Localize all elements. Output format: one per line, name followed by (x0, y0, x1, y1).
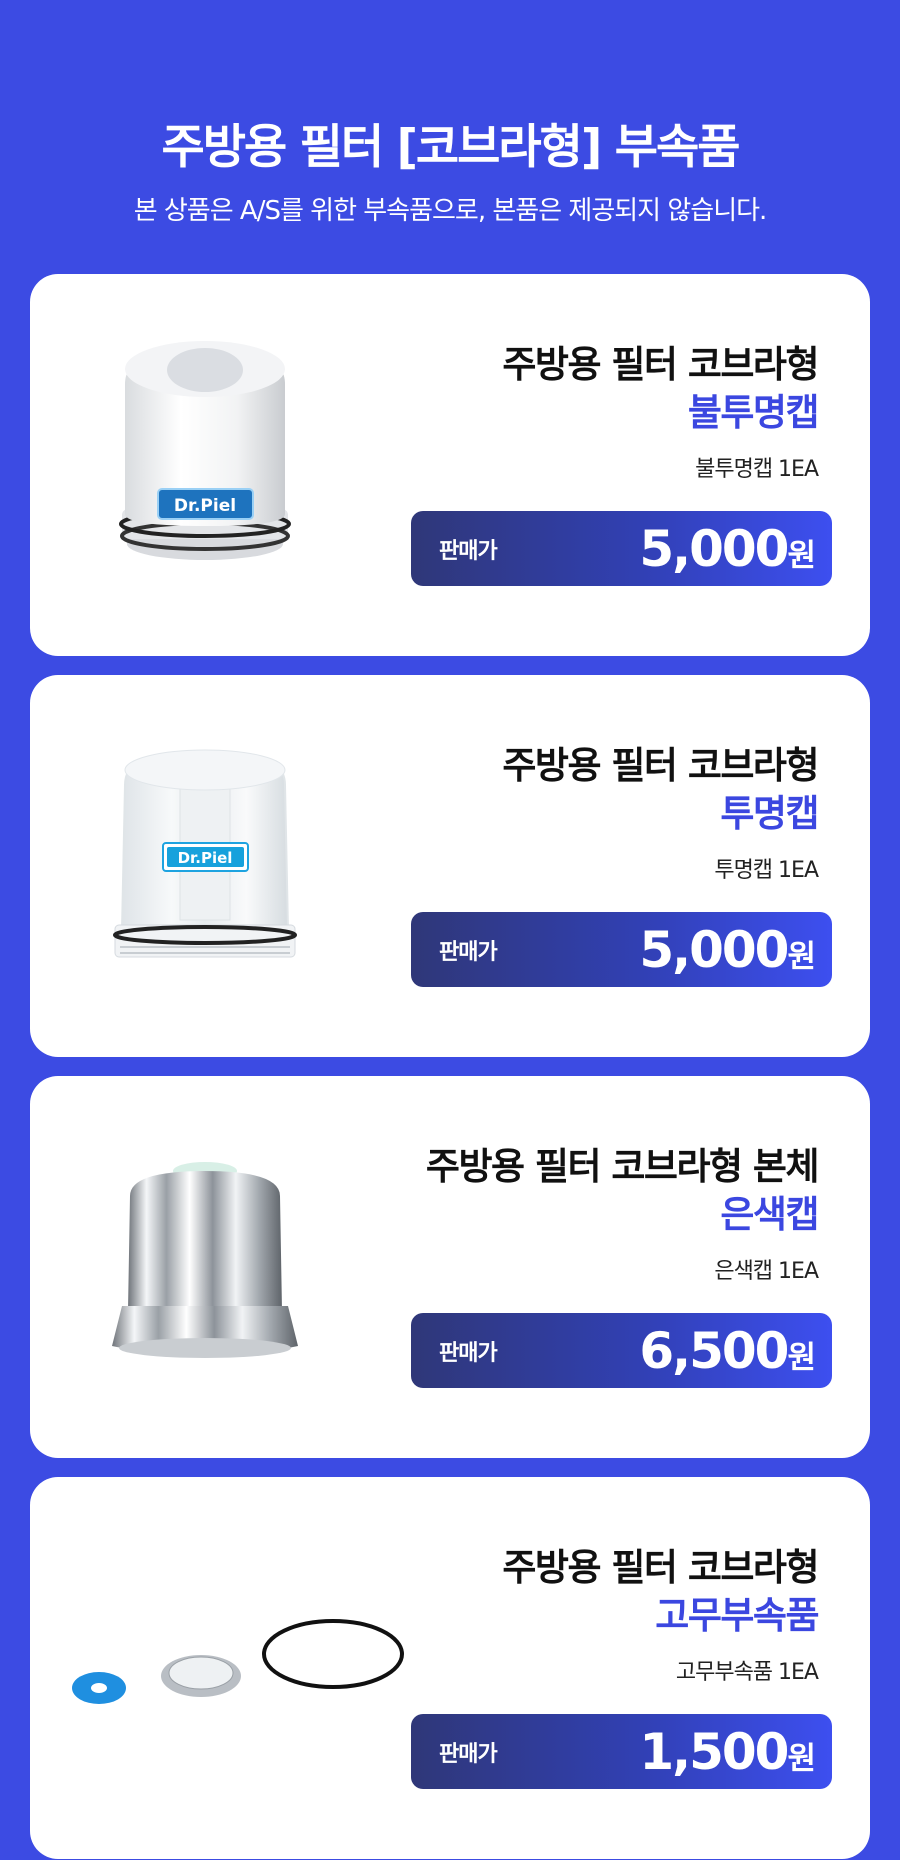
product-variant: 고무부속품 (655, 1594, 819, 1637)
product-variant: 불투명캡 (687, 391, 820, 434)
page-title: 주방용 필터 [코브라형] 부속품 (161, 120, 741, 175)
product-name: 주방용 필터 코브라형 본체 (425, 1145, 820, 1188)
price-label: 판매가 (439, 539, 498, 564)
product-quantity: 투명캡 1EA (714, 858, 819, 883)
product-variant: 은색캡 (720, 1193, 819, 1236)
product-name: 주방용 필터 코브라형 (502, 744, 819, 787)
price-label: 판매가 (439, 1742, 498, 1767)
price: 5,000원 (639, 519, 816, 591)
price-value: 5,000 (639, 520, 789, 578)
page-subtitle: 본 상품은 A/S를 위한 부속품으로, 본품은 제공되지 않습니다. (133, 196, 768, 226)
price-value: 6,500 (639, 1322, 789, 1380)
price-label: 판매가 (439, 1341, 498, 1366)
price-value: 5,000 (639, 921, 789, 979)
brand-logo: Dr.Piel (178, 849, 233, 867)
price-unit: 원 (787, 538, 816, 574)
price: 1,500원 (639, 1722, 816, 1794)
price-unit: 원 (787, 1340, 816, 1376)
product-quantity: 불투명캡 1EA (695, 457, 819, 482)
product-quantity: 고무부속품 1EA (675, 1660, 819, 1685)
price-label: 판매가 (439, 940, 498, 965)
price-unit: 원 (787, 939, 816, 975)
product-card-transparent-cap[interactable]: Dr.Piel 주방용 필터 코브라형 투명캡 투명캡 1EA 판매가 5,00… (30, 675, 870, 1057)
product-variant: 투명캡 (720, 792, 819, 835)
price-unit: 원 (787, 1741, 816, 1777)
product-card-rubber-parts[interactable]: 주방용 필터 코브라형 고무부속품 고무부속품 1EA 판매가 1,500원 (30, 1477, 870, 1859)
price-bar[interactable]: 판매가 5,000원 (411, 912, 832, 987)
opaque-cap-image: Dr.Piel (119, 341, 291, 560)
price: 6,500원 (639, 1321, 816, 1393)
price-value: 1,500 (639, 1723, 789, 1781)
product-card-opaque-cap[interactable]: Dr.Piel 주방용 필터 코브라형 불투명캡 불투명캡 1EA 판매가 5,… (30, 274, 870, 656)
silver-cap-image (112, 1162, 298, 1358)
rubber-parts-image (72, 1619, 404, 1704)
product-name: 주방용 필터 코브라형 (502, 1546, 819, 1589)
price-bar[interactable]: 판매가 6,500원 (411, 1313, 832, 1388)
price: 5,000원 (639, 920, 816, 992)
product-card-silver-cap[interactable]: 주방용 필터 코브라형 본체 은색캡 은색캡 1EA 판매가 6,500원 (30, 1076, 870, 1458)
price-bar[interactable]: 판매가 5,000원 (411, 511, 832, 586)
price-bar[interactable]: 판매가 1,500원 (411, 1714, 832, 1789)
brand-logo: Dr.Piel (174, 496, 236, 516)
product-name: 주방용 필터 코브라형 (502, 343, 819, 386)
product-quantity: 은색캡 1EA (714, 1259, 819, 1284)
transparent-cap-image: Dr.Piel (113, 749, 297, 958)
page-header: 주방용 필터 [코브라형] 부속품 본 상품은 A/S를 위한 부속품으로, 본… (0, 0, 900, 270)
